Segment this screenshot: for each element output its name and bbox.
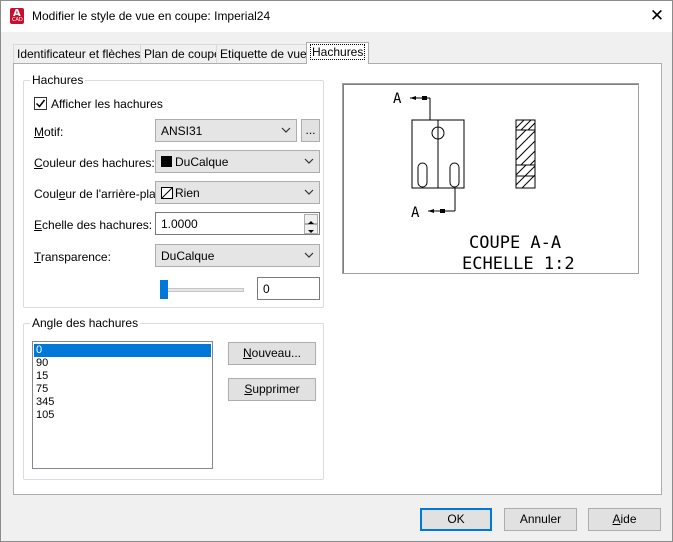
hatch-group: Hachures Afficher les hachures Motif: AN… xyxy=(23,73,324,308)
dialog-window: CAD Modifier le style de vue en coupe: I… xyxy=(0,0,673,542)
transparency-slider-thumb[interactable] xyxy=(160,280,168,299)
pattern-dropdown[interactable]: ANSI31 xyxy=(155,119,297,142)
title-bar: CAD Modifier le style de vue en coupe: I… xyxy=(1,1,672,32)
cancel-button[interactable]: Annuler xyxy=(504,508,577,531)
bg-color-label: Couleur de l'arrière-plan: xyxy=(34,187,166,201)
autocad-app-icon: CAD xyxy=(10,8,24,24)
transparency-input[interactable]: 0 xyxy=(257,277,320,300)
checkmark-icon xyxy=(35,99,46,108)
show-hatch-label: Afficher les hachures xyxy=(51,97,163,111)
bg-color-field: Rien xyxy=(161,186,200,200)
hatch-color-dropdown[interactable]: DuCalque xyxy=(155,150,320,173)
hatch-color-label: Couleur des hachures: xyxy=(34,156,155,170)
hatch-color-field: DuCalque xyxy=(161,155,228,169)
window-title: Modifier le style de vue en coupe: Imper… xyxy=(32,9,271,23)
angle-listbox[interactable]: 0 90 15 75 345 105 xyxy=(32,341,213,469)
angle-group-title: Angle des hachures xyxy=(30,316,141,330)
new-angle-button[interactable]: Nouveau... xyxy=(228,342,316,365)
hatch-scale-input[interactable]: 1.0000 xyxy=(155,212,320,235)
angle-list-item[interactable]: 90 xyxy=(34,357,211,370)
tab-hatch[interactable]: Hachures xyxy=(306,42,370,64)
chevron-down-icon xyxy=(304,158,314,164)
tab-cutting-plane[interactable]: Plan de coupe xyxy=(140,44,225,63)
chevron-down-icon xyxy=(304,252,314,258)
tab-hatch-label: Hachures xyxy=(310,44,366,60)
no-color-icon xyxy=(161,187,173,199)
section-preview: A A COUPE A-A ECHELLE 1:2 xyxy=(342,83,639,274)
angle-list: 0 90 15 75 345 105 xyxy=(33,342,212,422)
hatch-group-title: Hachures xyxy=(30,73,86,87)
tab-identifier-arrows[interactable]: Identificateur et flèches xyxy=(13,44,145,63)
angle-list-item[interactable]: 0 xyxy=(34,344,211,357)
pattern-value: ANSI31 xyxy=(161,124,203,138)
chevron-down-icon xyxy=(281,127,291,133)
preview-caption-line1: COUPE A-A xyxy=(469,233,561,253)
transparency-dropdown[interactable]: DuCalque xyxy=(155,244,320,267)
transparency-label: Transparence: xyxy=(34,250,111,264)
marker-bottom-label: A xyxy=(411,205,420,221)
help-button[interactable]: Aide xyxy=(588,508,661,531)
section-view-drawing: A A COUPE A-A ECHELLE 1:2 xyxy=(393,91,575,274)
bg-color-dropdown[interactable]: Rien xyxy=(155,181,320,204)
chevron-down-icon xyxy=(304,189,314,195)
spin-up-button[interactable] xyxy=(304,214,318,224)
hatch-scale-label: Echelle des hachures: xyxy=(34,218,153,232)
color-swatch-icon xyxy=(161,156,172,167)
tab-view-label[interactable]: Etiquette de vue xyxy=(216,44,311,63)
arrow-down-icon xyxy=(308,230,314,233)
angle-list-item[interactable]: 345 xyxy=(34,396,211,409)
transparency-value: DuCalque xyxy=(161,249,215,263)
angle-list-item[interactable]: 15 xyxy=(34,370,211,383)
angle-list-item[interactable]: 105 xyxy=(34,409,211,422)
marker-top-label: A xyxy=(393,91,402,107)
show-hatch-checkbox[interactable] xyxy=(34,97,47,110)
transparency-input-value: 0 xyxy=(263,282,270,296)
hatch-scale-value: 1.0000 xyxy=(161,217,198,231)
preview-caption-line2: ECHELLE 1:2 xyxy=(462,254,575,274)
tab-panel: Hachures Afficher les hachures Motif: AN… xyxy=(13,63,662,495)
bg-color-value: Rien xyxy=(175,186,200,200)
delete-angle-button[interactable]: Supprimer xyxy=(228,378,316,401)
pattern-label: Motif: xyxy=(34,125,64,139)
angle-group: Angle des hachures 0 90 15 75 345 105 Nouveau… xyxy=(23,316,324,480)
close-icon[interactable]: ✕ xyxy=(645,5,669,27)
ok-button[interactable]: OK xyxy=(420,508,492,531)
spin-down-button[interactable] xyxy=(304,224,318,234)
angle-list-item[interactable]: 75 xyxy=(34,383,211,396)
hatch-color-value: DuCalque xyxy=(175,155,229,169)
browse-pattern-button[interactable]: ... xyxy=(301,119,320,142)
transparency-slider-track[interactable] xyxy=(164,288,244,292)
